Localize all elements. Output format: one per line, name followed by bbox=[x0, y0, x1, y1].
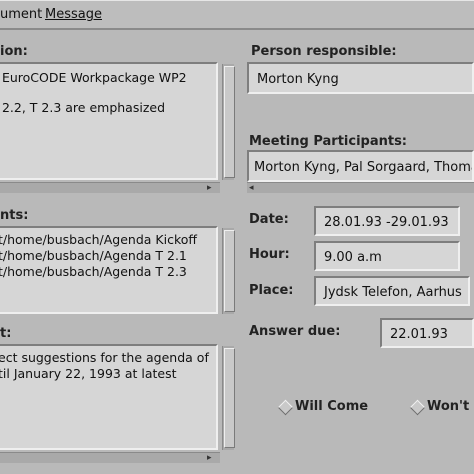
menu-bar: ument Message bbox=[0, 0, 474, 30]
description-label: ion: bbox=[0, 44, 28, 59]
scroll-right-arrow-icon[interactable]: ▸ bbox=[207, 453, 212, 463]
attachments-scroll-thumb[interactable] bbox=[224, 230, 235, 312]
scroll-right-arrow-icon[interactable]: ▸ bbox=[207, 183, 212, 193]
attachments-vscrollbar[interactable] bbox=[222, 228, 235, 314]
date-value: 28.01.93 -29.01.93 bbox=[324, 215, 449, 230]
attachment-item[interactable]: t/home/busbach/Agenda Kickoff bbox=[0, 232, 197, 247]
attachment-item[interactable]: t/home/busbach/Agenda T 2.1 bbox=[0, 248, 187, 263]
description-line: EuroCODE Workpackage WP2 bbox=[0, 70, 187, 85]
person-responsible-value: Morton Kyng bbox=[257, 72, 339, 87]
menu-message[interactable]: Message bbox=[45, 7, 102, 22]
person-responsible-label: Person responsible: bbox=[251, 44, 397, 59]
description-scroll-thumb[interactable] bbox=[224, 66, 235, 178]
date-field[interactable]: 28.01.93 -29.01.93 bbox=[314, 206, 460, 236]
participants-hscrollbar[interactable]: ◂ bbox=[247, 182, 474, 193]
message-textarea[interactable]: ect suggestions for the agenda of til Ja… bbox=[0, 344, 218, 450]
scroll-left-arrow-icon[interactable]: ◂ bbox=[249, 183, 254, 193]
will-come-label: Will Come bbox=[295, 399, 369, 414]
place-field[interactable]: Jydsk Telefon, Aarhus bbox=[314, 276, 470, 306]
description-vscrollbar[interactable] bbox=[222, 64, 235, 180]
radio-diamond-icon[interactable] bbox=[409, 399, 426, 416]
text-label: t: bbox=[0, 326, 12, 341]
description-textarea[interactable]: EuroCODE Workpackage WP2 2.2, T 2.3 are … bbox=[0, 62, 218, 180]
menu-document[interactable]: ument bbox=[0, 7, 42, 22]
attachments-label: nts: bbox=[0, 208, 29, 223]
message-scroll-thumb[interactable] bbox=[224, 348, 235, 448]
radio-diamond-icon[interactable] bbox=[277, 399, 294, 416]
place-label: Place: bbox=[249, 283, 294, 298]
attachment-item[interactable]: t/home/busbach/Agenda T 2.3 bbox=[0, 264, 187, 279]
message-line: til January 22, 1993 at latest bbox=[0, 366, 177, 381]
message-line: ect suggestions for the agenda of bbox=[0, 350, 209, 365]
answer-due-label: Answer due: bbox=[249, 324, 341, 339]
place-value: Jydsk Telefon, Aarhus bbox=[324, 285, 462, 300]
description-hscrollbar[interactable]: ▸ bbox=[0, 182, 220, 193]
participants-label: Meeting Participants: bbox=[249, 134, 408, 149]
person-responsible-field[interactable]: Morton Kyng bbox=[247, 62, 474, 94]
wont-come-label: Won't C bbox=[427, 399, 474, 414]
message-hscrollbar[interactable]: ▸ bbox=[0, 452, 220, 463]
description-line: 2.2, T 2.3 are emphasized bbox=[0, 100, 166, 115]
hour-label: Hour: bbox=[249, 247, 290, 262]
will-come-radio[interactable]: Will Come bbox=[276, 396, 369, 418]
wont-come-radio[interactable]: Won't C bbox=[408, 396, 474, 418]
menu-message-label: Message bbox=[45, 7, 102, 22]
participants-value: Morton Kyng, Pal Sorgaard, Thomas bbox=[254, 160, 474, 175]
attachments-list[interactable]: t/home/busbach/Agenda Kickoff t/home/bus… bbox=[0, 226, 218, 314]
hour-value: 9.00 a.m bbox=[324, 250, 382, 265]
date-label: Date: bbox=[249, 212, 289, 227]
participants-field[interactable]: Morton Kyng, Pal Sorgaard, Thomas bbox=[247, 150, 474, 182]
answer-due-value: 22.01.93 bbox=[390, 327, 448, 342]
hour-field[interactable]: 9.00 a.m bbox=[314, 241, 460, 271]
message-vscrollbar[interactable] bbox=[222, 346, 235, 450]
answer-due-field[interactable]: 22.01.93 bbox=[380, 318, 474, 348]
